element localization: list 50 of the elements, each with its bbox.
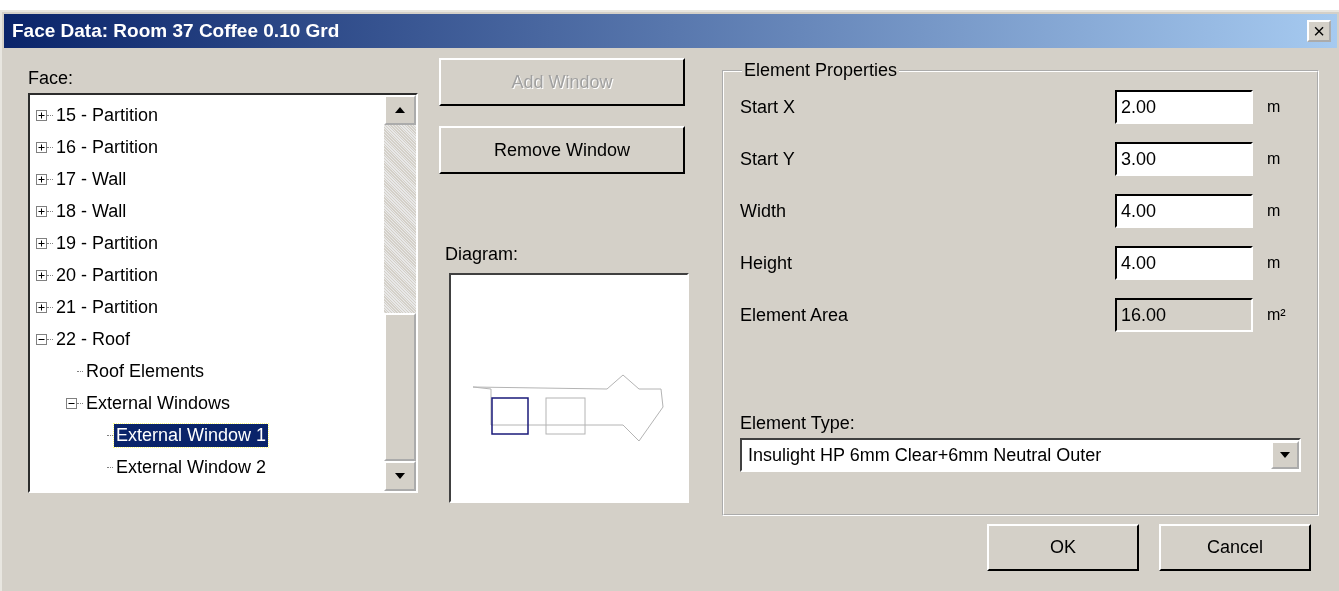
element-type-dropdown[interactable]: Insulight HP 6mm Clear+6mm Neutral Outer: [740, 438, 1301, 472]
expand-icon[interactable]: [36, 237, 47, 249]
face-label: Face:: [28, 68, 75, 89]
tree-item[interactable]: 19 - Partition: [54, 231, 161, 255]
expand-icon[interactable]: [36, 301, 47, 313]
field-label: Start Y: [740, 148, 796, 170]
unit-label: m: [1266, 98, 1282, 116]
field-label: Width: [740, 200, 787, 222]
tree-item[interactable]: Roof Elements: [84, 359, 207, 383]
expand-icon[interactable]: [36, 269, 47, 281]
field-label: Start X: [740, 96, 797, 118]
tree-item[interactable]: 20 - Partition: [54, 263, 161, 287]
input-field[interactable]: 3.00: [1115, 142, 1253, 176]
unit-label: m: [1266, 202, 1282, 220]
scroll-down-icon[interactable]: [384, 461, 416, 491]
diagram-label: Diagram:: [445, 244, 519, 265]
input-field[interactable]: 4.00: [1115, 246, 1253, 280]
unit-label: m: [1266, 254, 1282, 272]
action-button[interactable]: Remove Window: [439, 126, 685, 174]
tree-item[interactable]: External Windows: [84, 391, 233, 415]
tree-item[interactable]: 18 - Wall: [54, 199, 129, 223]
scroll-thumb[interactable]: [384, 313, 416, 461]
tree-item[interactable]: External Window 1: [114, 423, 269, 447]
tree-item[interactable]: 17 - Wall: [54, 167, 129, 191]
field-label: Element Area: [740, 304, 850, 326]
collapse-icon[interactable]: [36, 333, 47, 345]
input-field[interactable]: 4.00: [1115, 194, 1253, 228]
tree-item[interactable]: 22 - Roof: [54, 327, 133, 351]
expand-icon[interactable]: [36, 205, 47, 217]
collapse-icon[interactable]: [66, 397, 77, 409]
expand-icon[interactable]: [36, 141, 47, 153]
close-button[interactable]: ×: [1307, 20, 1331, 42]
input-field[interactable]: 2.00: [1115, 90, 1253, 124]
dialog-button[interactable]: OK: [987, 524, 1139, 571]
expand-icon[interactable]: [36, 109, 47, 121]
scrollbar[interactable]: [384, 95, 416, 491]
unit-label: m: [1266, 150, 1282, 168]
tree-item[interactable]: 15 - Partition: [54, 103, 161, 127]
scroll-up-icon[interactable]: [384, 95, 416, 125]
group-title: Element Properties: [743, 60, 899, 81]
dropdown-caret-icon[interactable]: [1271, 441, 1299, 469]
tree-item[interactable]: 16 - Partition: [54, 135, 161, 159]
element-type-label: Element Type:: [740, 413, 856, 434]
window-title: Face Data: Room 37 Coffee 0.10 Grd: [12, 20, 340, 42]
tree-item[interactable]: External Window 2: [114, 455, 269, 479]
expand-icon[interactable]: [36, 173, 47, 185]
dialog-button[interactable]: Cancel: [1159, 524, 1311, 571]
unit-label: m²: [1266, 306, 1287, 324]
tree-item[interactable]: 21 - Partition: [54, 295, 161, 319]
field-label: Height: [740, 252, 794, 274]
